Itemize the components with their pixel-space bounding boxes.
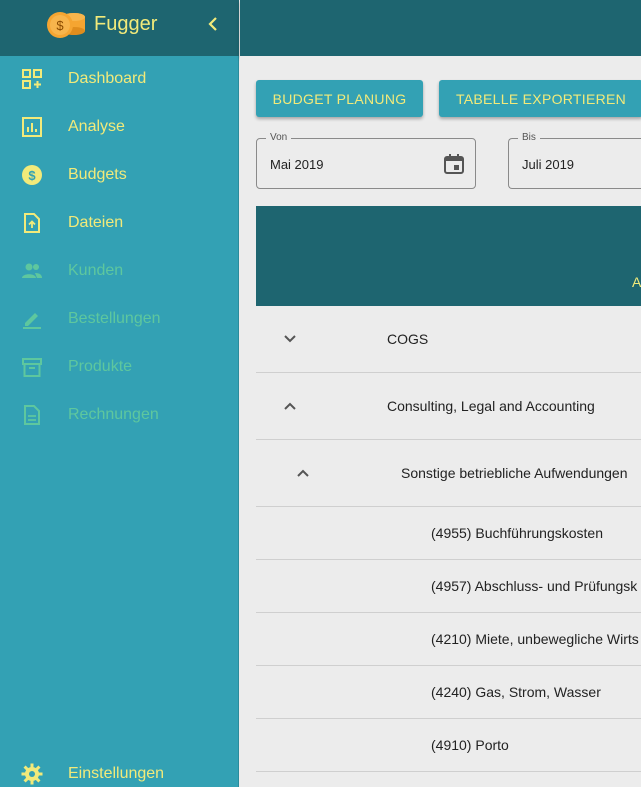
archive-icon bbox=[22, 358, 42, 377]
people-icon bbox=[22, 263, 42, 278]
row-label: (4955) Buchführungskosten bbox=[431, 525, 603, 541]
analytics-icon bbox=[22, 117, 42, 137]
chevron-down-icon[interactable] bbox=[282, 331, 298, 347]
sidebar-item-label: Dateien bbox=[68, 214, 124, 231]
app-title: Fugger bbox=[94, 13, 158, 35]
gear-icon bbox=[21, 763, 43, 785]
date-from-legend: Von bbox=[266, 132, 292, 143]
sidebar-item-kunden: Kunden bbox=[0, 248, 239, 296]
dashboard-icon bbox=[22, 69, 42, 89]
calendar-icon[interactable] bbox=[443, 153, 465, 175]
sidebar-item-produkte: Produkte bbox=[0, 344, 239, 392]
sidebar-item-label: Kunden bbox=[68, 262, 124, 279]
row-label: (4240) Gas, Strom, Wasser bbox=[431, 684, 601, 700]
row-label: (4210) Miete, unbewegliche Wirts bbox=[431, 631, 639, 647]
budget-table-body: COGS Consulting, Legal and Accounting So… bbox=[256, 306, 641, 772]
sidebar-item-label: Analyse bbox=[68, 118, 125, 135]
table-header: A bbox=[256, 206, 641, 306]
sidebar-item-analyse[interactable]: Analyse bbox=[0, 104, 239, 152]
sidebar-item-label: Einstellungen bbox=[68, 765, 165, 782]
svg-text:$: $ bbox=[56, 18, 64, 33]
table-row[interactable]: Consulting, Legal and Accounting bbox=[256, 373, 641, 440]
top-app-bar bbox=[240, 0, 641, 56]
file-upload-icon bbox=[24, 213, 40, 233]
row-label: (4957) Abschluss- und Prüfungsk bbox=[431, 578, 638, 594]
table-row[interactable]: Sonstige betriebliche Aufwendungen bbox=[256, 440, 641, 507]
row-label: COGS bbox=[387, 331, 429, 347]
sidebar-nav: Dashboard Analyse $ Budgets Dateien Kund… bbox=[0, 56, 239, 440]
export-table-button[interactable]: Tabelle exportieren bbox=[439, 80, 641, 117]
chevron-up-icon[interactable] bbox=[282, 398, 298, 414]
sidebar-item-dashboard[interactable]: Dashboard bbox=[0, 56, 239, 104]
main-content: Budget Planung Tabelle exportieren Von M… bbox=[240, 56, 641, 787]
date-to-field[interactable]: Bis Juli 2019 bbox=[508, 132, 641, 189]
sidebar-item-label: Rechnungen bbox=[68, 406, 159, 423]
row-label: Consulting, Legal and Accounting bbox=[387, 398, 595, 414]
coins-icon: $ bbox=[47, 12, 85, 38]
budget-planning-button[interactable]: Budget Planung bbox=[256, 80, 423, 117]
table-row: (4910) Porto bbox=[256, 719, 641, 772]
brand-header: $ Fugger bbox=[0, 0, 239, 56]
sidebar-item-bestellungen: Bestellungen bbox=[0, 296, 239, 344]
table-header-label: A bbox=[632, 274, 641, 290]
sidebar-item-einstellungen[interactable]: Einstellungen bbox=[0, 751, 239, 787]
pen-icon bbox=[23, 313, 41, 329]
date-to-legend: Bis bbox=[518, 132, 540, 143]
svg-text:$: $ bbox=[28, 168, 36, 183]
document-icon bbox=[24, 405, 40, 425]
chevron-left-icon[interactable] bbox=[204, 12, 222, 36]
sidebar: $ Fugger Dashboard Analyse $ Budgets Dat… bbox=[0, 0, 239, 787]
chevron-up-icon[interactable] bbox=[295, 465, 311, 481]
sidebar-item-label: Budgets bbox=[68, 166, 127, 183]
table-row: (4240) Gas, Strom, Wasser bbox=[256, 666, 641, 719]
date-from-value: Mai 2019 bbox=[270, 157, 324, 172]
date-from-field[interactable]: Von Mai 2019 bbox=[256, 132, 476, 189]
table-row: (4955) Buchführungskosten bbox=[256, 507, 641, 560]
sidebar-item-rechnungen: Rechnungen bbox=[0, 392, 239, 440]
table-row: (4957) Abschluss- und Prüfungsk bbox=[256, 560, 641, 613]
row-label: (4910) Porto bbox=[431, 737, 509, 753]
table-row[interactable]: COGS bbox=[256, 306, 641, 373]
sidebar-item-label: Bestellungen bbox=[68, 310, 161, 327]
sidebar-item-budgets[interactable]: $ Budgets bbox=[0, 152, 239, 200]
date-to-value: Juli 2019 bbox=[522, 157, 575, 172]
sidebar-item-dateien[interactable]: Dateien bbox=[0, 200, 239, 248]
sidebar-item-label: Dashboard bbox=[68, 70, 147, 87]
dollar-icon: $ bbox=[22, 165, 42, 185]
table-row: (4210) Miete, unbewegliche Wirts bbox=[256, 613, 641, 666]
sidebar-item-label: Produkte bbox=[68, 358, 133, 375]
row-label: Sonstige betriebliche Aufwendungen bbox=[401, 465, 628, 481]
